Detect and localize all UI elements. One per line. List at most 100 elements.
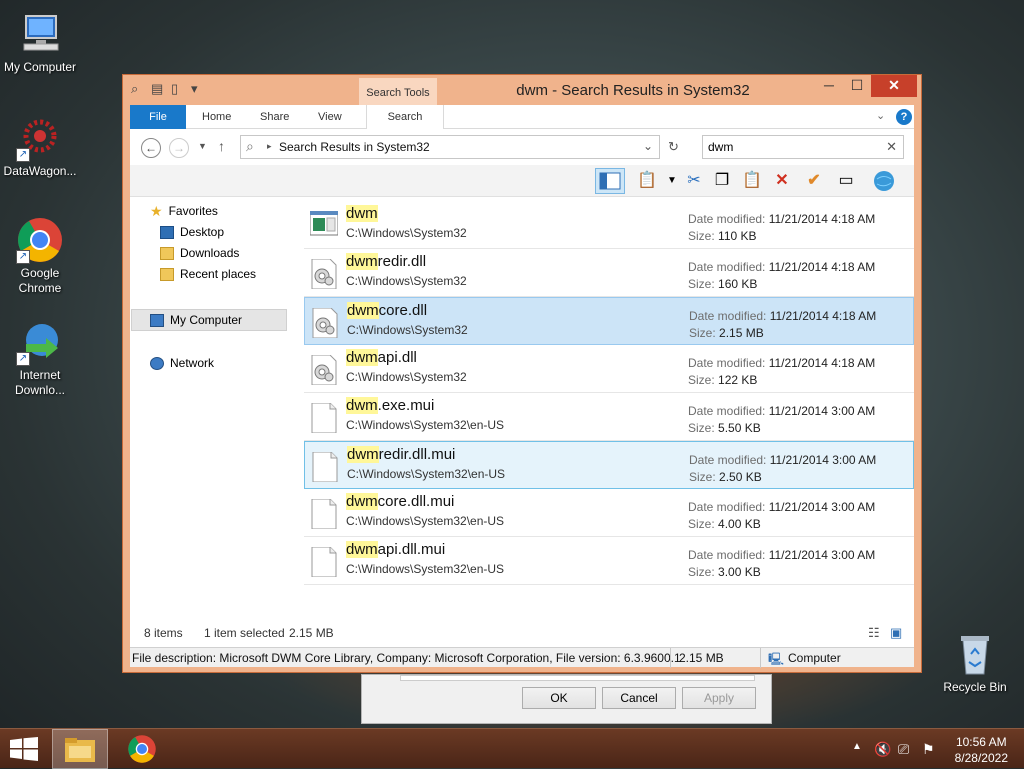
navigation-pane: ★ Favorites Desktop Downloads Recent pla… bbox=[130, 197, 294, 617]
forward-button[interactable]: → bbox=[169, 138, 189, 158]
tab-home[interactable]: Home bbox=[188, 105, 245, 129]
date-value: 11/21/2014 3:00 AM bbox=[768, 500, 876, 514]
size-label: Size: bbox=[688, 517, 715, 531]
search-icon[interactable]: ⌕ bbox=[131, 81, 145, 97]
action-center-icon[interactable]: ⚑ bbox=[922, 741, 935, 758]
selection-count: 1 item selected bbox=[204, 626, 285, 640]
apply-button[interactable]: Apply bbox=[682, 687, 756, 709]
help-icon[interactable]: ? bbox=[896, 109, 912, 125]
network-status-icon[interactable]: ⎚ bbox=[898, 741, 909, 758]
file-name-rest: core.dll bbox=[378, 302, 428, 319]
rename-icon[interactable]: ▭ bbox=[834, 169, 858, 193]
system-clock[interactable]: 10:56 AM 8/28/2022 bbox=[955, 734, 1008, 766]
desktop-icon-label: Internet Downlo... bbox=[14, 368, 66, 397]
copy-icon[interactable]: ❐ bbox=[710, 169, 734, 193]
file-description: File description: Microsoft DWM Core Lib… bbox=[132, 651, 681, 665]
tab-search[interactable]: Search bbox=[366, 105, 444, 129]
properties-icon[interactable]: ▤ bbox=[151, 81, 165, 97]
address-text: Search Results in System32 bbox=[279, 140, 430, 154]
tab-view[interactable]: View bbox=[304, 105, 356, 129]
title-bar[interactable]: ⌕ ▤ ▯ ▾ Search Tools dwm - Search Result… bbox=[123, 75, 921, 105]
details-view-icon[interactable]: ☷ bbox=[868, 625, 880, 641]
file-size: Size: 160 KB bbox=[688, 277, 757, 291]
date-modified: Date modified: 11/21/2014 3:00 AM bbox=[688, 500, 875, 514]
date-modified: Date modified: 11/21/2014 3:00 AM bbox=[688, 404, 875, 418]
breadcrumb-chevron-icon[interactable]: ▸ bbox=[267, 141, 272, 152]
file-size: Size: 4.00 KB bbox=[688, 517, 761, 531]
file-name: dwmredir.dll.mui bbox=[347, 446, 455, 463]
file-path: C:\Windows\System32\en-US bbox=[346, 514, 505, 528]
desktop-icon-label: Recycle Bin bbox=[943, 680, 1007, 694]
up-button[interactable]: ↑ bbox=[218, 138, 225, 154]
file-row[interactable]: dwm.exe.mui C:\Windows\System32\en-US Date… bbox=[304, 393, 914, 441]
computer-icon bbox=[150, 313, 164, 327]
size-label: Size: bbox=[688, 565, 715, 579]
search-match-highlight: dwm bbox=[347, 302, 379, 319]
expand-ribbon-icon[interactable]: ⌄ bbox=[876, 109, 885, 122]
back-button[interactable]: ← bbox=[141, 138, 161, 158]
nav-desktop[interactable]: Desktop bbox=[160, 222, 224, 242]
window-title: dwm - Search Results in System32 bbox=[516, 82, 750, 99]
desktop-icon-chrome[interactable]: ↗ Google Chrome bbox=[0, 216, 80, 296]
close-button[interactable]: ✕ bbox=[871, 75, 917, 97]
cancel-button[interactable]: Cancel bbox=[602, 687, 676, 709]
address-bar[interactable]: ⌕ ▸ Search Results in System32 ⌄ bbox=[240, 135, 660, 159]
dll-icon bbox=[311, 307, 339, 339]
nav-favorites[interactable]: ★ Favorites bbox=[150, 201, 218, 221]
paste-icon[interactable]: 📋 bbox=[740, 169, 764, 193]
properties-dropdown-icon[interactable]: ▼ bbox=[660, 169, 684, 193]
properties-icon[interactable]: 📋 bbox=[635, 169, 659, 193]
desktop-icon-my-computer[interactable]: My Computer bbox=[0, 10, 80, 75]
file-row[interactable]: dwmredir.dll.mui C:\Windows\System32\en-U… bbox=[304, 441, 914, 489]
desktop-icon-datawagon[interactable]: ↗ DataWagon... bbox=[0, 114, 80, 179]
maximize-button[interactable]: ☐ bbox=[843, 75, 871, 97]
clock-date: 8/28/2022 bbox=[954, 751, 1008, 765]
date-value: 11/21/2014 3:00 AM bbox=[769, 453, 877, 467]
file-row[interactable]: dwmredir.dll C:\Windows\System32 Date modi… bbox=[304, 249, 914, 297]
tab-share[interactable]: Share bbox=[246, 105, 303, 129]
taskbar-file-explorer[interactable] bbox=[52, 729, 108, 769]
nav-downloads[interactable]: Downloads bbox=[160, 243, 239, 263]
globe-icon[interactable] bbox=[872, 169, 896, 193]
desktop-icon-recycle-bin[interactable]: Recycle Bin bbox=[935, 630, 1015, 695]
nav-my-computer-label: My Computer bbox=[170, 313, 243, 327]
desktop-icon-idm[interactable]: ↗ Internet Downlo... bbox=[0, 318, 80, 398]
search-input[interactable] bbox=[708, 140, 878, 154]
customize-dropdown-icon[interactable]: ▾ bbox=[191, 81, 205, 97]
recent-locations-icon[interactable]: ▼ bbox=[198, 141, 207, 151]
size-value: 122 KB bbox=[718, 373, 758, 387]
file-row[interactable]: dwmcore.dll.mui C:\Windows\System32\en-US… bbox=[304, 489, 914, 537]
item-count: 8 items bbox=[144, 626, 183, 640]
tab-file[interactable]: File bbox=[130, 105, 186, 129]
computer-icon bbox=[16, 10, 64, 58]
start-button[interactable] bbox=[0, 729, 48, 769]
ok-button[interactable]: OK bbox=[522, 687, 596, 709]
file-row[interactable]: dwmcore.dll C:\Windows\System32 Date modif… bbox=[304, 297, 914, 345]
preview-pane-button[interactable] bbox=[595, 168, 625, 194]
minimize-button[interactable]: ─ bbox=[815, 75, 843, 97]
size-value: 2.15 MB bbox=[719, 326, 764, 340]
cut-icon[interactable]: ✂ bbox=[682, 169, 706, 193]
new-folder-icon[interactable]: ▯ bbox=[171, 81, 185, 97]
large-icons-view-icon[interactable]: ▣ bbox=[890, 625, 902, 641]
date-label: Date modified: bbox=[688, 212, 766, 226]
search-field[interactable]: ✕ bbox=[702, 135, 904, 159]
delete-icon[interactable]: ✕ bbox=[770, 169, 794, 193]
search-match-highlight: dwm bbox=[346, 253, 378, 270]
checkmark-icon[interactable]: ✔ bbox=[802, 169, 826, 193]
file-row[interactable]: dwm C:\Windows\System32 Date modified: 11/… bbox=[304, 201, 914, 249]
nav-network[interactable]: Network bbox=[150, 353, 214, 373]
file-size: Size: 2.15 MB bbox=[689, 326, 764, 340]
clear-search-icon[interactable]: ✕ bbox=[886, 139, 897, 155]
file-row[interactable]: dwmapi.dll.mui C:\Windows\System32\en-US D… bbox=[304, 537, 914, 585]
file-row[interactable]: dwmapi.dll C:\Windows\System32 Date modifi… bbox=[304, 345, 914, 393]
computer-icon: 🖳 bbox=[768, 652, 785, 666]
address-dropdown-icon[interactable]: ⌄ bbox=[643, 139, 653, 153]
taskbar-chrome[interactable] bbox=[114, 729, 170, 769]
nav-recent-places[interactable]: Recent places bbox=[160, 264, 256, 284]
show-hidden-icons-icon[interactable]: ▲ bbox=[852, 741, 862, 752]
quick-access-toolbar: ⌕ ▤ ▯ ▾ bbox=[131, 81, 205, 97]
refresh-icon[interactable]: ↻ bbox=[668, 139, 679, 155]
volume-muted-icon[interactable]: 🔇 bbox=[874, 741, 891, 758]
nav-my-computer[interactable]: My Computer bbox=[131, 309, 287, 331]
